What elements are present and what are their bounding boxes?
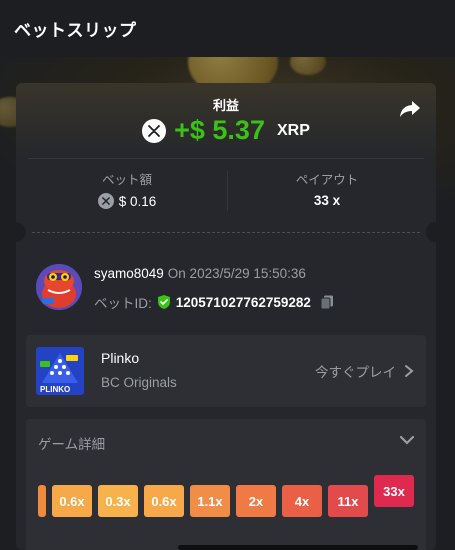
multiplier-bucket: 11x — [328, 485, 368, 517]
profit-amount: +$ 5.37 — [174, 115, 265, 145]
xrp-icon — [142, 118, 167, 143]
username[interactable]: syamo8049 — [94, 266, 164, 281]
game-details-title: ゲーム詳細 — [38, 437, 106, 452]
payout-value: 33 x — [313, 193, 341, 208]
dashed-separator — [32, 232, 420, 233]
game-name: Plinko — [101, 350, 140, 366]
bet-slip-header: ベットスリップ — [0, 0, 455, 57]
copy-button[interactable] — [319, 294, 335, 310]
bet-id-label: ベットID: — [94, 296, 152, 311]
profit-currency: XRP — [276, 121, 310, 139]
payout-stat: ペイアウト 33 x — [228, 169, 426, 208]
game-card[interactable]: PLINKO Plinko BC Originals 今すぐプレイ — [26, 335, 426, 407]
user-info: syamo8049 On 2023/5/29 15:50:36 ベットID: 12… — [36, 264, 416, 312]
bet-id-line: ベットID: 120571027762759282 — [94, 292, 335, 312]
bet-amount-value-row: $ 0.16 — [28, 193, 226, 209]
bet-id-value: 120571027762759282 — [175, 294, 311, 310]
collapse-button[interactable] — [398, 431, 416, 449]
ticket-notch — [16, 222, 26, 242]
multiplier-bucket: 0.6x — [52, 485, 92, 517]
user-line: syamo8049 On 2023/5/29 15:50:36 — [94, 266, 306, 281]
avatar[interactable] — [36, 264, 82, 310]
game-thumbnail-text: PLINKO — [40, 385, 70, 394]
bet-amount-label: ベット額 — [101, 173, 152, 187]
coin-decoration — [290, 57, 326, 75]
bet-slip-title: ベットスリップ — [14, 21, 137, 40]
game-details-section: ゲーム詳細 0.6x 0.3x 0.6x 1.1x 2x 4x 11x 33x — [26, 419, 426, 550]
game-provider: BC Originals — [101, 375, 177, 390]
multiplier-bucket: 0.6x — [144, 485, 184, 517]
chevron-right-icon — [405, 365, 414, 377]
bet-slip-card: 利益 +$ 5.37 XRP ベット額 $ 0.16 ペイアウト 33 x sy… — [16, 83, 436, 550]
copy-icon — [320, 295, 333, 310]
bet-time: On 2023/5/29 15:50:36 — [167, 266, 306, 281]
horizontal-scrollbar[interactable] — [178, 545, 418, 550]
multiplier-bucket: 33x — [374, 475, 414, 507]
divider — [28, 158, 424, 159]
xrp-icon — [97, 193, 114, 209]
play-now-label: 今すぐプレイ — [315, 365, 396, 380]
multiplier-bucket: 0.3x — [98, 485, 138, 517]
multiplier-bucket: 2x — [236, 485, 276, 517]
multiplier-bucket — [38, 485, 46, 517]
ticket-notch — [426, 222, 436, 242]
bet-amount-value: $ 0.16 — [118, 193, 157, 209]
payout-label: ペイアウト — [295, 173, 359, 187]
profit-label: 利益 — [212, 98, 239, 113]
game-thumbnail: PLINKO — [36, 347, 84, 395]
play-now-button[interactable]: 今すぐプレイ — [315, 361, 414, 381]
share-icon — [400, 101, 420, 117]
bet-amount-stat: ベット額 $ 0.16 — [28, 169, 226, 209]
share-button[interactable] — [398, 97, 422, 121]
multiplier-bucket: 1.1x — [190, 485, 230, 517]
profit-row: +$ 5.37 XRP — [16, 115, 436, 146]
multiplier-bucket: 4x — [282, 485, 322, 517]
verified-shield-icon — [157, 295, 170, 309]
chevron-down-icon — [399, 435, 415, 445]
